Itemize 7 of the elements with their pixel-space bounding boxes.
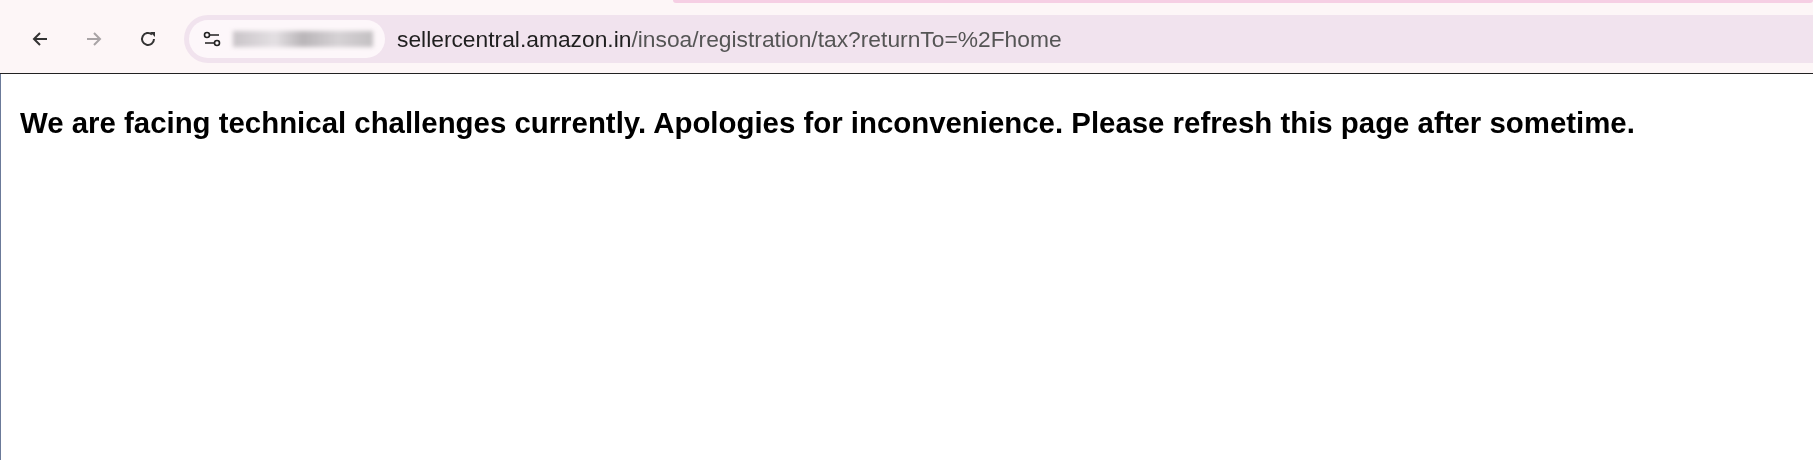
reload-icon [139, 30, 157, 48]
site-settings-icon [203, 31, 221, 47]
forward-arrow-icon [85, 30, 103, 48]
back-arrow-icon [31, 30, 49, 48]
address-bar[interactable]: sellercentral.amazon.in/insoa/registration/tax?returnTo=%2Fhome [184, 15, 1813, 63]
url-text[interactable]: sellercentral.amazon.in/insoa/registration/tax?returnTo=%2Fhome [397, 25, 1062, 53]
error-message: We are facing technical challenges currently. Apologies for inconvenience. Please refresh this page after sometime. [20, 106, 1635, 140]
